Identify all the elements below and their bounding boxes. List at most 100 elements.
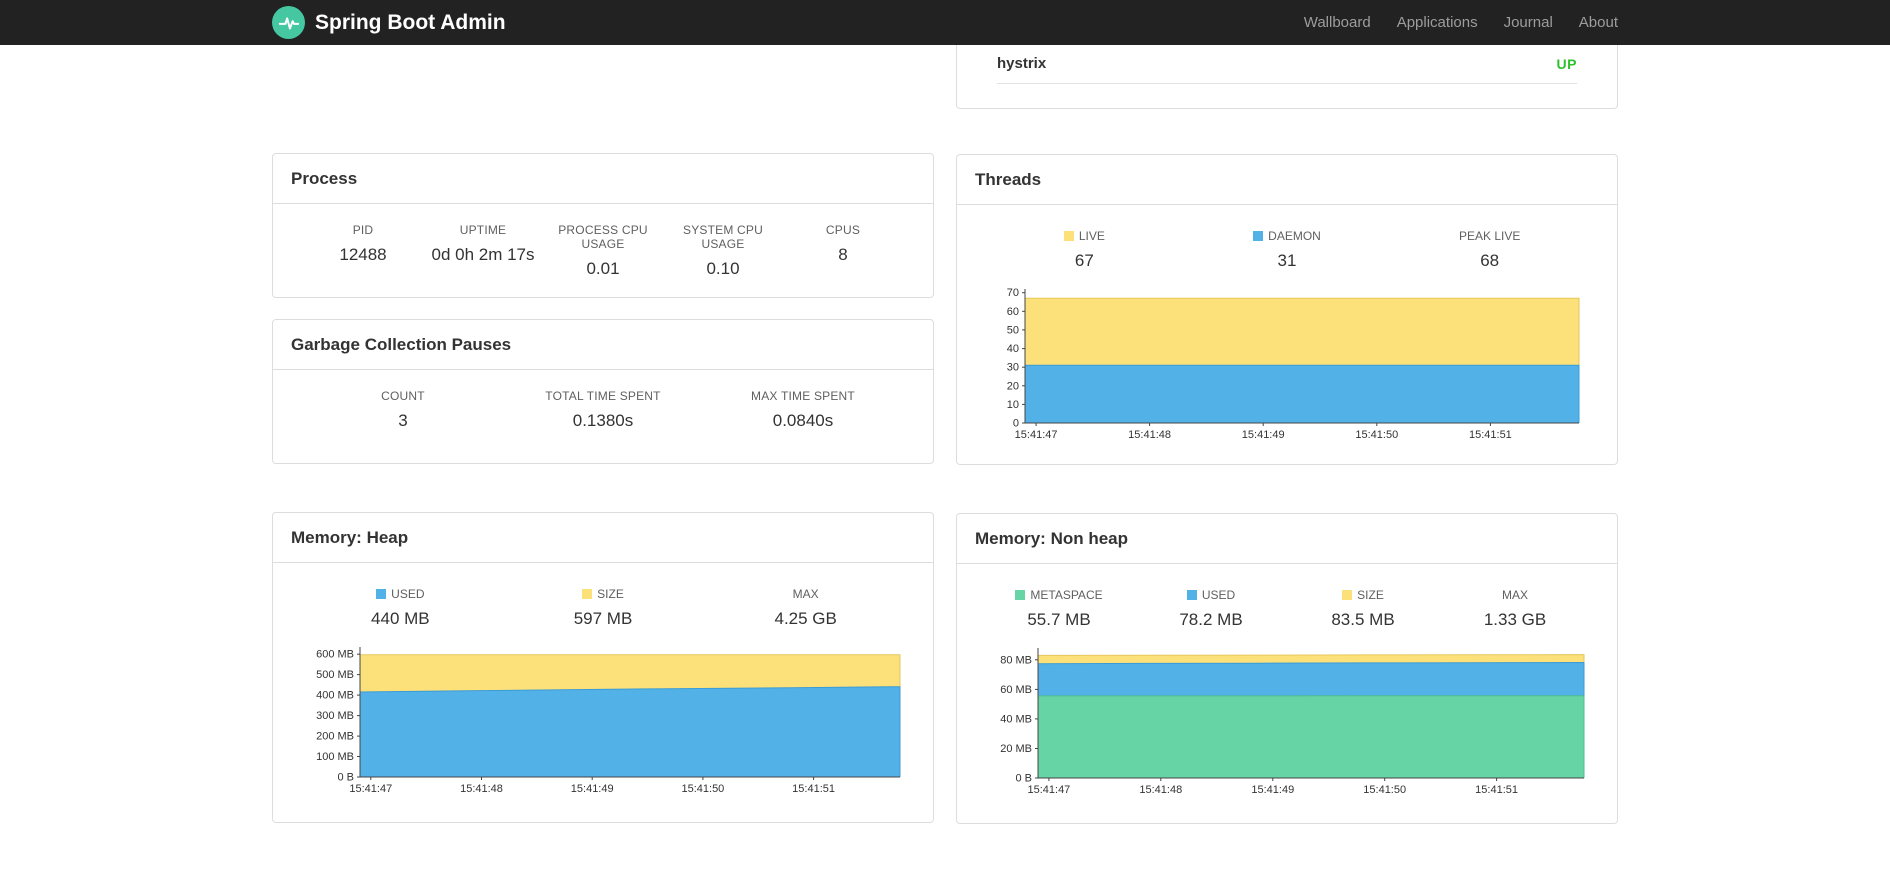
memory-heap-panel: Memory: Heap USED 440 MB SIZE 597 MB MAX… [272,512,934,823]
threads-chart-wrap: 0 10 20 30 40 50 60 70 15:41:47 15:41:48 15:41:49 1… [957,283,1617,447]
metric-gc-count: COUNT 3 [303,389,503,431]
application-name[interactable]: hystrix [997,55,1046,72]
nav-link-about[interactable]: About [1566,14,1618,31]
gc-panel-title: Garbage Collection Pauses [273,320,933,370]
top-navbar: Spring Boot Admin Wallboard Applications… [0,0,1890,45]
memory-heap-chart-wrap: 0 B 100 MB 200 MB 300 MB 400 MB 500 MB 600 MB 1… [273,641,933,801]
legend-label: USED [299,587,502,601]
nav-link-journal[interactable]: Journal [1491,14,1566,31]
application-row-hystrix[interactable]: hystrix UP [957,45,1617,72]
legend-label: METASPACE [983,588,1135,602]
legend-label-text: MAX [1501,588,1528,602]
spring-boot-admin-logo-icon [272,6,305,39]
svg-text:15:41:48: 15:41:48 [1139,784,1182,796]
svg-text:15:41:47: 15:41:47 [349,783,392,795]
svg-text:15:41:49: 15:41:49 [1251,784,1294,796]
size-swatch-icon [1342,590,1353,600]
svg-text:20: 20 [1007,380,1019,392]
svg-text:15:41:50: 15:41:50 [1363,784,1406,796]
metric-label: CPUS [825,223,861,237]
metric-value: 0.1380s [572,411,634,430]
legend-value: 4.25 GB [774,609,837,628]
legend-label-text: DAEMON [1268,229,1321,243]
svg-text:40: 40 [1007,343,1019,355]
metric-label: SYSTEM CPU USAGE [682,223,763,251]
legend-label: SIZE [502,587,705,601]
legend-label: MAX [704,587,907,601]
svg-text:400 MB: 400 MB [316,690,354,702]
legend-label-text: METASPACE [1030,588,1103,602]
legend-item-max: MAX 4.25 GB [704,587,907,629]
svg-text:15:41:48: 15:41:48 [1128,429,1171,441]
metric-uptime: UPTIME 0d 0h 2m 17s [423,223,543,279]
legend-label-text: PEAK LIVE [1458,229,1521,243]
legend-value: 83.5 MB [1331,610,1395,629]
process-panel: Process PID 12488 UPTIME 0d 0h 2m 17s PR… [272,153,934,298]
svg-text:60: 60 [1007,306,1019,318]
svg-text:15:41:51: 15:41:51 [792,783,835,795]
legend-item-used: USED 440 MB [299,587,502,629]
svg-text:15:41:48: 15:41:48 [460,783,503,795]
metric-value: 0.01 [586,259,620,278]
legend-item-max: MAX 1.33 GB [1439,588,1591,630]
legend-label-text: MAX [792,587,819,601]
svg-text:15:41:47: 15:41:47 [1015,429,1058,441]
gc-metrics: COUNT 3 TOTAL TIME SPENT 0.1380s MAX TIM… [273,370,933,431]
nav-link-applications[interactable]: Applications [1384,14,1491,31]
applications-panel-partial: hystrix UP [956,45,1618,109]
metric-process-cpu-usage: PROCESS CPU USAGE 0.01 [543,223,663,279]
legend-value: 31 [1277,251,1297,270]
navbar-inner: Spring Boot Admin Wallboard Applications… [272,0,1618,45]
used-swatch-icon [376,589,387,599]
daemon-swatch-icon [1253,231,1264,241]
memory-nonheap-panel: Memory: Non heap METASPACE 55.7 MB USED … [956,513,1618,824]
brand-link[interactable]: Spring Boot Admin [272,6,506,39]
nav-link-wallboard[interactable]: Wallboard [1291,14,1384,31]
metric-label: UPTIME [459,223,507,237]
memory-heap-panel-title: Memory: Heap [273,513,933,563]
svg-text:15:41:50: 15:41:50 [681,783,724,795]
threads-chart: 0 10 20 30 40 50 60 70 15:41:47 15:41:48 15:41:49 1… [1007,287,1580,441]
svg-text:15:41:49: 15:41:49 [1242,429,1285,441]
legend-value: 55.7 MB [1027,610,1091,629]
svg-text:200 MB: 200 MB [316,731,354,743]
threads-panel-title: Threads [957,155,1617,205]
metric-label: MAX TIME SPENT [751,389,855,403]
legend-label: LIVE [983,229,1186,243]
legend-item-daemon: DAEMON 31 [1186,229,1389,271]
legend-item-used: USED 78.2 MB [1135,588,1287,630]
threads-panel: Threads LIVE 67 DAEMON 31 PEAK LIVE 68 0… [956,154,1618,465]
legend-value: 597 MB [573,609,633,628]
metric-value: 0.0840s [772,411,834,430]
legend-label: DAEMON [1186,229,1389,243]
size-swatch-icon [582,589,593,599]
threads-legend: LIVE 67 DAEMON 31 PEAK LIVE 68 [957,205,1617,271]
process-panel-title: Process [273,154,933,204]
gc-pauses-panel: Garbage Collection Pauses COUNT 3 TOTAL … [272,319,934,464]
legend-label: PEAK LIVE [1388,229,1591,243]
svg-text:600 MB: 600 MB [316,649,354,661]
row-divider [997,83,1577,84]
right-column: hystrix UP Threads LIVE 67 DAEMON 31 PEA… [956,45,1618,824]
legend-label-text: SIZE [597,587,624,601]
memory-nonheap-chart-wrap: 0 B 20 MB 40 MB 60 MB 80 MB 15:41:47 15:41:48 1… [957,642,1617,802]
legend-item-metaspace: METASPACE 55.7 MB [983,588,1135,630]
metric-label: TOTAL TIME SPENT [545,389,661,403]
svg-text:300 MB: 300 MB [316,710,354,722]
svg-text:80 MB: 80 MB [1000,654,1032,666]
left-column: Process PID 12488 UPTIME 0d 0h 2m 17s PR… [272,45,934,824]
svg-text:0: 0 [1013,418,1019,430]
legend-value: 68 [1480,251,1500,270]
svg-text:70: 70 [1007,287,1019,299]
metric-value: 0.10 [706,259,740,278]
memory-nonheap-legend: METASPACE 55.7 MB USED 78.2 MB SIZE 83.5… [957,564,1617,630]
nav-links: Wallboard Applications Journal About [1291,14,1618,31]
svg-text:500 MB: 500 MB [316,669,354,681]
svg-text:30: 30 [1007,362,1019,374]
legend-item-peak-live: PEAK LIVE 68 [1388,229,1591,271]
metric-value: 12488 [339,245,387,264]
svg-text:15:41:49: 15:41:49 [571,783,614,795]
metric-value: 3 [398,411,408,430]
metric-gc-max-time: MAX TIME SPENT 0.0840s [703,389,903,431]
legend-label-text: USED [391,587,425,601]
